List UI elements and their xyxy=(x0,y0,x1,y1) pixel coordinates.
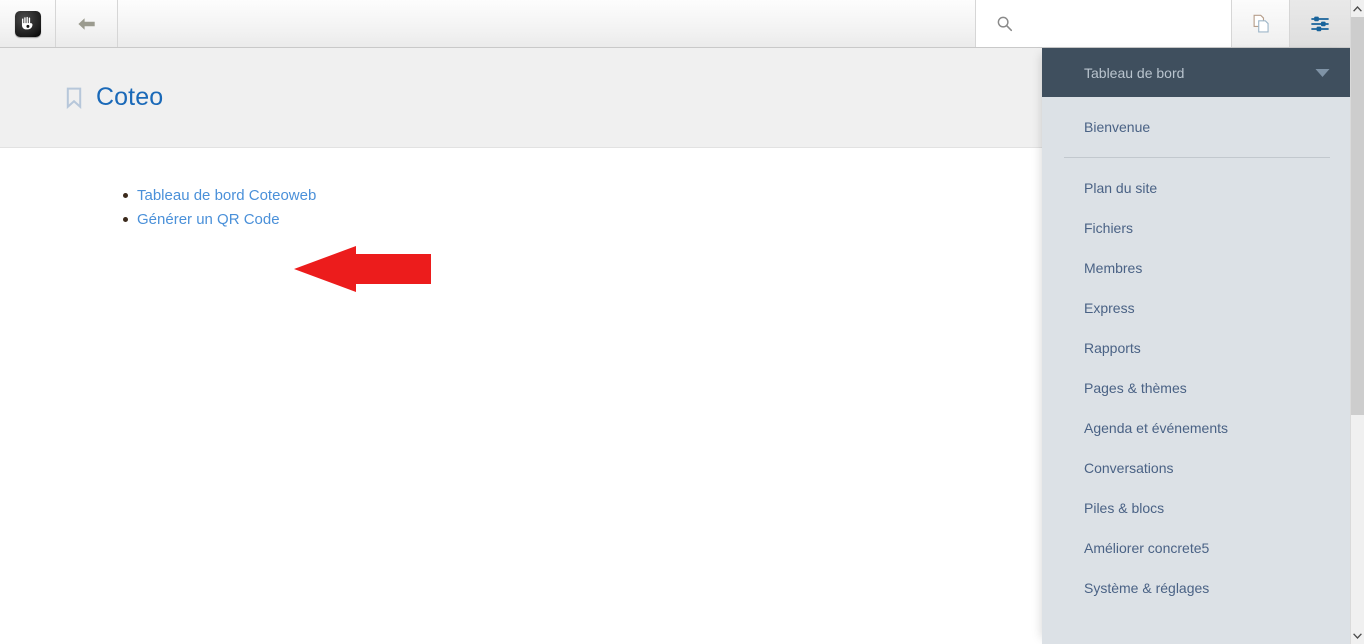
page-header: Coteo xyxy=(0,48,1043,148)
sidebar-item-rapports[interactable]: Rapports xyxy=(1042,328,1350,368)
link-tableau-de-bord-coteoweb[interactable]: Tableau de bord Coteoweb xyxy=(137,187,316,204)
chevron-down-icon[interactable] xyxy=(1315,68,1330,78)
sidebar-item-express[interactable]: Express xyxy=(1042,288,1350,328)
copy-pages-button[interactable] xyxy=(1232,0,1290,47)
sidebar-item-label: Fichiers xyxy=(1084,220,1134,236)
bookmark-icon xyxy=(66,87,82,109)
scrollbar-thumb[interactable] xyxy=(1351,17,1364,415)
sidebar-item-label: Pages & thèmes xyxy=(1084,380,1187,396)
sidebar-item-plan-du-site[interactable]: Plan du site xyxy=(1042,168,1350,208)
sidebar-item-label: Système & réglages xyxy=(1084,580,1210,596)
top-toolbar xyxy=(0,0,1350,48)
sidebar-item-label: Bienvenue xyxy=(1084,119,1151,135)
sidebar-item-bienvenue[interactable]: Bienvenue xyxy=(1042,107,1350,147)
sidebar-item-membres[interactable]: Membres xyxy=(1042,248,1350,288)
sidebar-item-label: Rapports xyxy=(1084,340,1141,356)
concrete5-logo-button[interactable] xyxy=(0,0,56,47)
sidebar-item-label: Conversations xyxy=(1084,460,1174,476)
copy-pages-icon xyxy=(1253,14,1269,33)
window-scrollbar[interactable] xyxy=(1350,0,1364,644)
arrow-left-annotation-icon xyxy=(294,246,431,292)
chevron-down-icon xyxy=(1353,632,1362,639)
concrete5-hand-logo-icon xyxy=(14,10,41,37)
panel-divider xyxy=(1064,157,1330,158)
panel-header[interactable]: Tableau de bord xyxy=(1042,48,1350,97)
toolbar-empty-space xyxy=(118,0,976,47)
sidebar-item-fichiers[interactable]: Fichiers xyxy=(1042,208,1350,248)
sidebar-item-label: Plan du site xyxy=(1084,180,1158,196)
panel-header-title: Tableau de bord xyxy=(1084,64,1185,81)
sidebar-item-label: Améliorer concrete5 xyxy=(1084,540,1210,556)
link-generer-un-qr-code[interactable]: Générer un QR Code xyxy=(137,211,280,228)
arrow-left-icon xyxy=(78,17,95,30)
sidebar-item-piles-et-blocs[interactable]: Piles & blocs xyxy=(1042,488,1350,528)
scrollbar-up-button[interactable] xyxy=(1351,0,1364,17)
sidebar-item-label: Agenda et événements xyxy=(1084,420,1228,436)
scrollbar-down-button[interactable] xyxy=(1351,627,1364,644)
sidebar-item-label: Express xyxy=(1084,300,1135,316)
sidebar-item-pages-et-themes[interactable]: Pages & thèmes xyxy=(1042,368,1350,408)
settings-button[interactable] xyxy=(1290,0,1350,47)
sidebar-item-ameliorer-concrete5[interactable]: Améliorer concrete5 xyxy=(1042,528,1350,568)
sidebar-item-agenda-et-evenements[interactable]: Agenda et événements xyxy=(1042,408,1350,448)
search-icon xyxy=(997,16,1013,32)
sidebar-item-label: Piles & blocs xyxy=(1084,500,1165,516)
chevron-up-icon xyxy=(1353,5,1362,12)
scrollbar-track[interactable] xyxy=(1351,17,1364,627)
panel-menu: Bienvenue Plan du site Fichiers Membres … xyxy=(1042,97,1350,608)
search-input[interactable] xyxy=(1021,16,1221,31)
browser-window: Coteo Tableau de bord Coteoweb Générer u… xyxy=(0,0,1364,644)
sidebar-item-label: Membres xyxy=(1084,260,1143,276)
sliders-settings-icon xyxy=(1311,16,1329,31)
sidebar-item-systeme-et-reglages[interactable]: Système & réglages xyxy=(1042,568,1350,608)
page-title: Coteo xyxy=(96,83,164,111)
search-bar[interactable] xyxy=(976,0,1232,47)
dashboard-panel: Tableau de bord Bienvenue Plan du site F… xyxy=(1042,48,1350,644)
back-button[interactable] xyxy=(56,0,118,47)
sidebar-item-conversations[interactable]: Conversations xyxy=(1042,448,1350,488)
